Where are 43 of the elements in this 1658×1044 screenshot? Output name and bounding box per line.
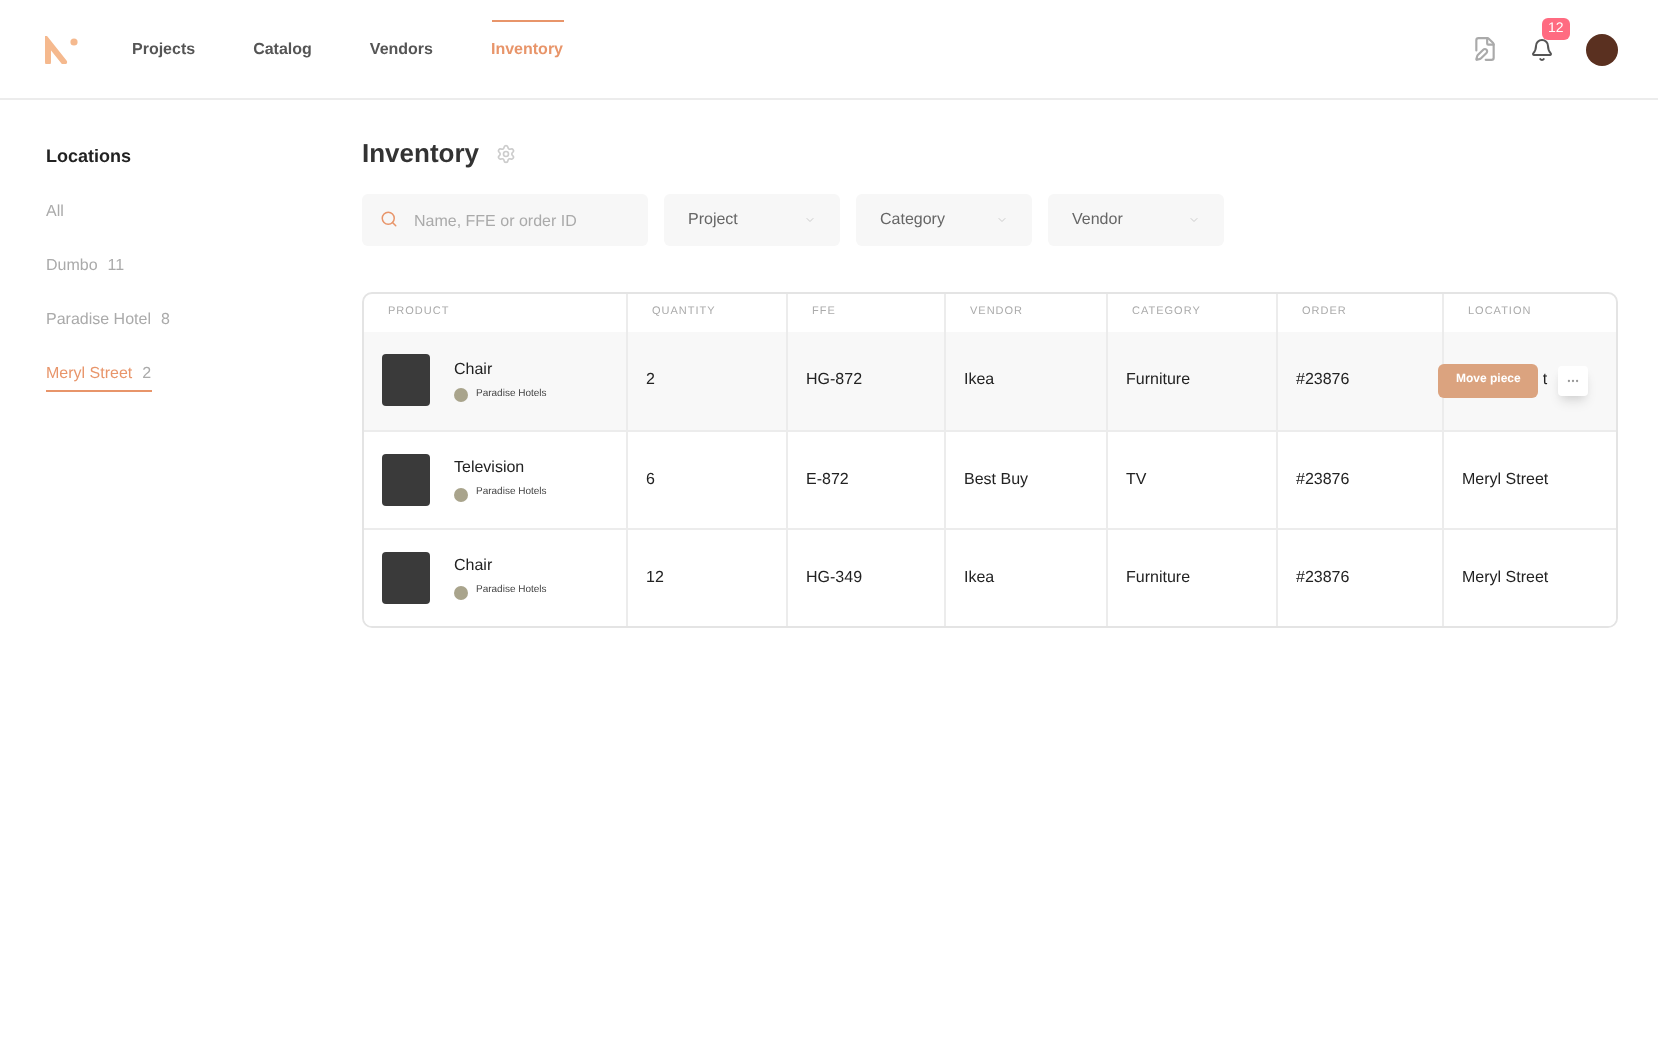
project-thumbnail [454, 487, 468, 501]
table-cell: E-872 [806, 467, 849, 491]
settings-icon[interactable] [495, 143, 516, 164]
logo-icon[interactable] [44, 35, 80, 63]
table-cell: t [1542, 368, 1548, 392]
sidebar-title: Locations [46, 144, 134, 170]
notes-icon[interactable] [1472, 36, 1498, 62]
table-cell: Meryl Street [1462, 467, 1549, 491]
table-cell: Ikea [964, 368, 995, 392]
product-name: Chair [454, 554, 495, 579]
product-photo-placeholder [382, 354, 430, 406]
product-photo-placeholder [382, 453, 430, 505]
table-cell: Furniture [1126, 565, 1191, 589]
table-cell: 2 [646, 368, 655, 392]
table-cell: Best Buy [964, 467, 1029, 491]
table-cell: Meryl Street [1462, 565, 1549, 589]
product-name: Chair [454, 357, 495, 382]
product-name: Television [454, 456, 527, 481]
search-icon [380, 210, 398, 228]
table-cell: 12 [646, 565, 664, 589]
search-field[interactable]: Name, FFE or order ID [362, 194, 648, 246]
table-cell: #23876 [1296, 368, 1350, 392]
notification-bell-icon[interactable] [1530, 37, 1554, 61]
table-cell: Furniture [1126, 368, 1191, 392]
filter-dropdown[interactable]: Vendor [1048, 193, 1224, 245]
table-cell: HG-349 [806, 565, 863, 589]
table-cell: HG-872 [806, 368, 863, 392]
filter-dropdown[interactable]: Project [664, 193, 840, 245]
table-cell: Ikea [964, 565, 995, 589]
project-thumbnail [454, 388, 468, 402]
filter-dropdown[interactable]: Category [856, 193, 1032, 245]
project-thumbnail [454, 585, 468, 599]
product-photo-placeholder [382, 551, 430, 603]
user-avatar[interactable] [1586, 33, 1618, 65]
table-cell: #23876 [1296, 467, 1350, 491]
more-button[interactable] [1557, 365, 1588, 395]
table-cell: 6 [646, 467, 655, 491]
table-cell: TV [1126, 467, 1147, 491]
nav-tab[interactable]: Catalog [253, 37, 312, 61]
page-title: Inventory [362, 136, 480, 172]
nav-tab[interactable]: Projects [132, 37, 196, 61]
nav-tab[interactable]: Vendors [369, 37, 433, 61]
table-cell: #23876 [1296, 565, 1350, 589]
